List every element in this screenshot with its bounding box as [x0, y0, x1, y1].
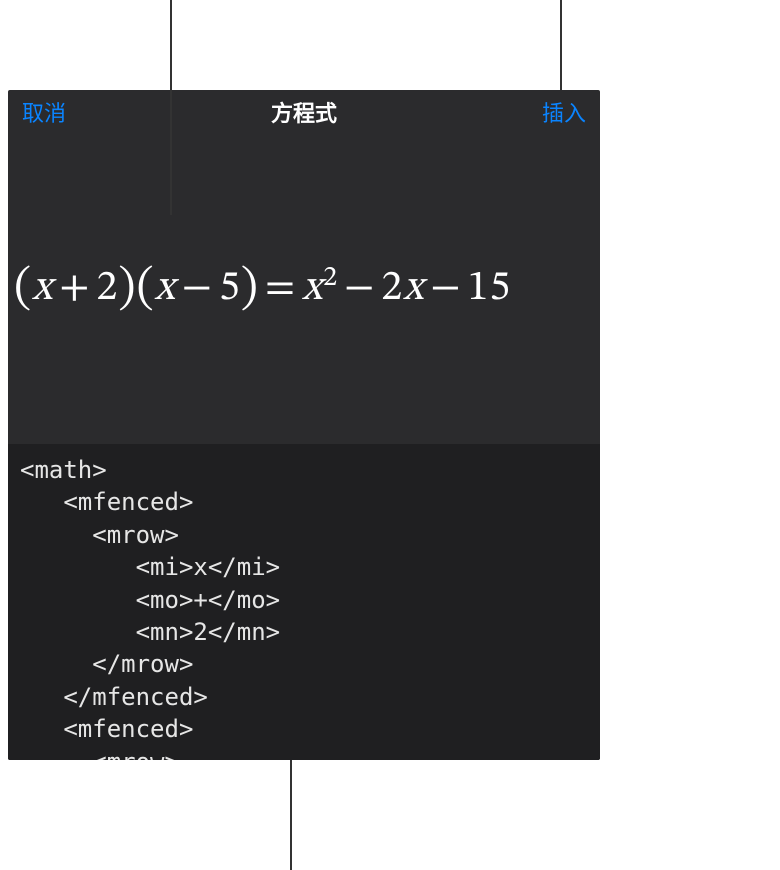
exp-2: 2	[323, 264, 338, 292]
dialog-header: 取消 方程式 插入	[8, 90, 600, 134]
paren-open: (	[14, 265, 32, 313]
num-2b: 2	[381, 267, 403, 309]
var-x: x	[32, 267, 53, 309]
paren-close: )	[118, 265, 136, 313]
equation-dialog: 取消 方程式 插入 (x+2)(x−5)=x2−2x−15 <math> <mf…	[8, 90, 600, 760]
dialog-title: 方程式	[271, 96, 337, 128]
callout-line-insert	[560, 0, 562, 90]
callout-line-code	[290, 760, 292, 870]
num-2: 2	[97, 267, 119, 309]
op-minus-3: −	[424, 267, 467, 309]
var-x-2: x	[155, 267, 176, 309]
op-plus: +	[53, 267, 96, 309]
var-x-3: x	[302, 267, 323, 309]
num-15: 15	[468, 267, 512, 309]
paren-close-2: )	[241, 265, 259, 313]
cancel-button[interactable]: 取消	[22, 96, 66, 128]
insert-button[interactable]: 插入	[542, 96, 586, 128]
num-5: 5	[219, 267, 241, 309]
equation-preview: (x+2)(x−5)=x2−2x−15	[8, 134, 600, 444]
op-minus-2: −	[338, 267, 381, 309]
var-x-4: x	[403, 267, 424, 309]
callout-line-preview	[170, 0, 172, 215]
mathml-source-editor[interactable]: <math> <mfenced> <mrow> <mi>x</mi> <mo>+…	[8, 444, 600, 760]
paren-open-2: (	[136, 265, 154, 313]
rendered-equation: (x+2)(x−5)=x2−2x−15	[14, 259, 511, 319]
op-equals: =	[259, 267, 302, 309]
op-minus: −	[176, 267, 219, 309]
